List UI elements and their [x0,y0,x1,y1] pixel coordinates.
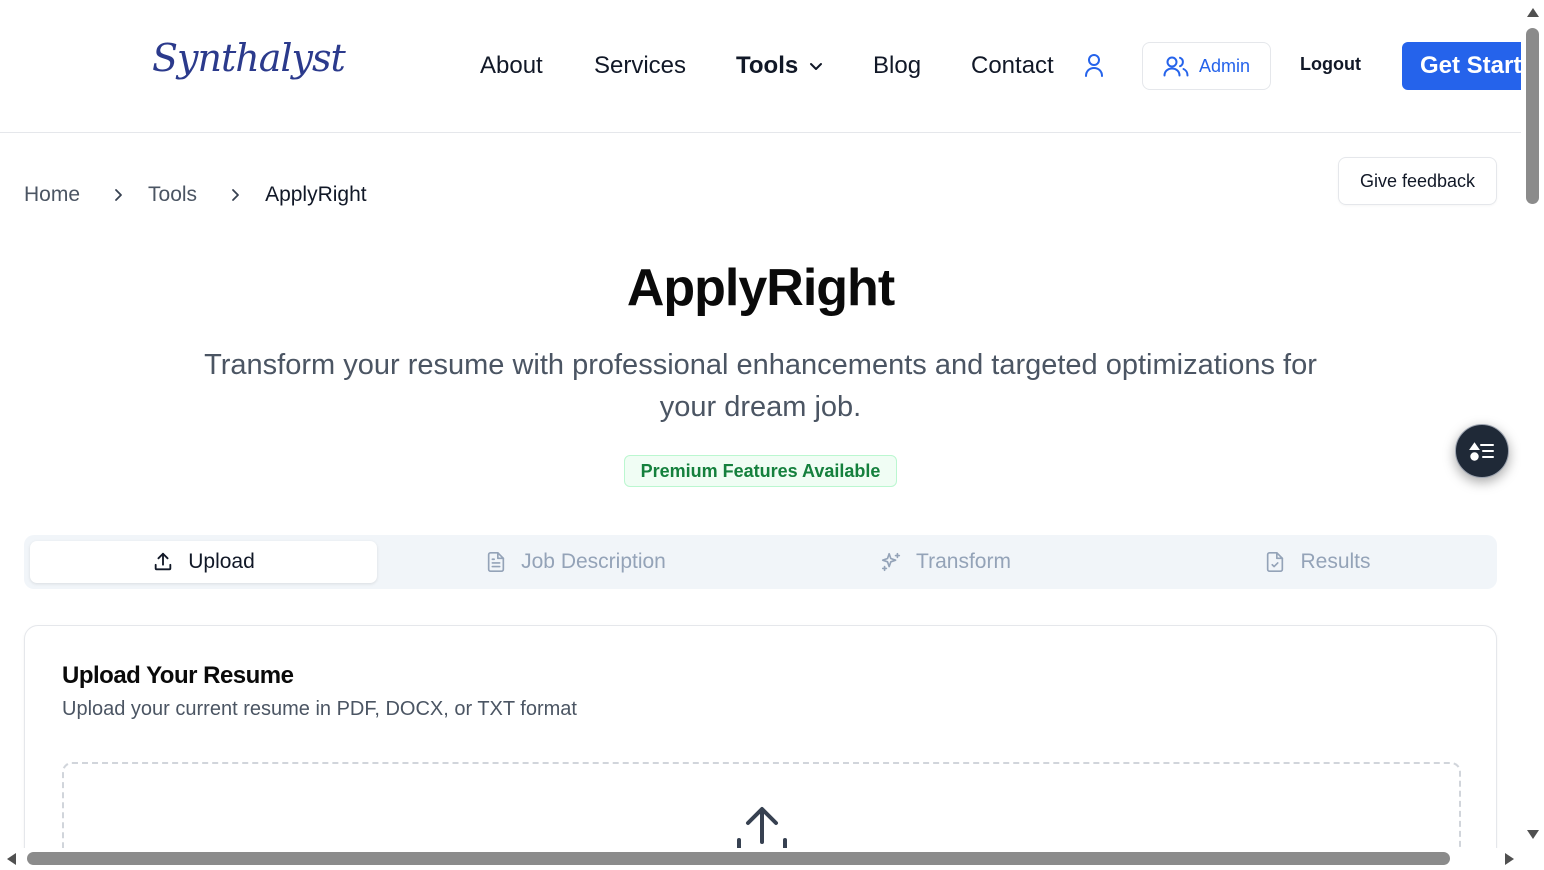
tab-label: Transform [916,550,1011,573]
tab-results[interactable]: Results [1144,541,1491,583]
admin-button[interactable]: Admin [1142,42,1271,90]
horizontal-scroll-thumb[interactable] [27,852,1450,865]
resume-dropzone[interactable] [62,762,1461,848]
admin-label: Admin [1198,55,1251,76]
premium-badge: Premium Features Available [624,455,897,487]
site-header: Synthalyst About Services Tools Blog Con… [0,0,1521,133]
vertical-scrollbar[interactable] [1521,0,1544,870]
horizontal-scrollbar[interactable] [0,848,1521,870]
logout-button[interactable]: Logout [1300,54,1361,75]
upload-card: Upload Your Resume Upload your current r… [24,625,1497,848]
nav-contact[interactable]: Contact [971,52,1054,80]
tab-job-description[interactable]: Job Description [402,541,749,583]
page-viewport: Synthalyst About Services Tools Blog Con… [0,0,1521,848]
page-title: ApplyRight [626,259,895,317]
give-feedback-button[interactable]: Give feedback [1338,157,1497,205]
chevron-right-icon [232,189,239,201]
chevron-right-icon [115,189,122,201]
users-icon [1163,56,1189,77]
floating-menu-button[interactable] [1455,424,1509,478]
upload-card-title: Upload Your Resume [62,662,294,689]
upload-arrow-icon [737,807,787,848]
tab-upload[interactable]: Upload [30,541,377,583]
nav-tools-label: Tools [736,52,799,79]
nav-tools-dropdown[interactable]: Tools [736,52,826,80]
breadcrumb: Home Tools ApplyRight [24,183,367,207]
vertical-scroll-thumb[interactable] [1526,28,1539,204]
scroll-up-icon[interactable] [1527,8,1539,17]
upload-card-subtitle: Upload your current resume in PDF, DOCX,… [62,698,577,720]
site-logo[interactable]: Synthalyst [152,36,346,80]
get-started-button[interactable]: Get Started [1402,42,1521,90]
page-subtitle: Transform your resume with professional … [204,349,1317,423]
tab-label: Upload [188,550,255,573]
chevron-down-icon [810,63,823,70]
nav-about[interactable]: About [480,52,543,80]
tab-label: Job Description [521,550,666,573]
breadcrumb-tools[interactable]: Tools [148,183,197,207]
file-text-icon [487,552,505,572]
list-shapes-icon [1469,442,1494,461]
nav-services[interactable]: Services [594,52,686,80]
user-icon[interactable] [1082,52,1106,78]
nav-blog[interactable]: Blog [873,52,921,80]
tab-label: Results [1300,550,1371,573]
scroll-left-icon[interactable] [7,853,16,865]
scroll-down-icon[interactable] [1527,830,1539,839]
breadcrumb-home[interactable]: Home [24,183,80,207]
tab-transform[interactable]: Transform [772,541,1119,583]
scroll-right-icon[interactable] [1505,853,1514,865]
file-check-icon [1267,552,1284,572]
sparkles-icon [881,552,901,572]
step-tabs: Upload Job Description Transform Results [24,535,1497,589]
upload-icon [154,552,172,571]
breadcrumb-current: ApplyRight [265,183,367,206]
